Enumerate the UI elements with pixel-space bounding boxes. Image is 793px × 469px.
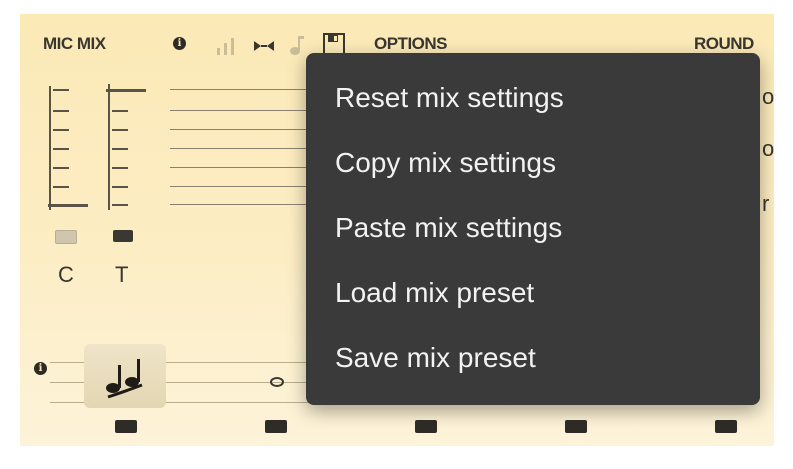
- mute-toggle-c[interactable]: [55, 230, 77, 244]
- menu-item-reset-mix-settings[interactable]: Reset mix settings: [306, 65, 760, 130]
- fader-t-track: [108, 84, 110, 210]
- swap-arrows-icon[interactable]: [252, 38, 276, 58]
- fader-c-track: [49, 86, 51, 210]
- music-note-icon[interactable]: [288, 34, 306, 60]
- channel-chip-2[interactable]: [265, 420, 287, 433]
- options-context-menu: Reset mix settings Copy mix settings Pas…: [306, 53, 760, 405]
- menu-item-save-mix-preset[interactable]: Save mix preset: [306, 325, 760, 390]
- right-partial-text-1: o: [762, 84, 774, 109]
- round-label: ROUND: [694, 34, 754, 53]
- menu-item-load-mix-preset[interactable]: Load mix preset: [306, 260, 760, 325]
- channel-chip-4[interactable]: [565, 420, 587, 433]
- signal-bars-icon[interactable]: [215, 36, 237, 60]
- info-icon[interactable]: i: [173, 37, 186, 50]
- options-menu-button[interactable]: OPTIONS: [374, 34, 448, 54]
- channel-label-c: C: [58, 262, 74, 287]
- right-partial-text-2: o: [762, 136, 774, 161]
- mute-toggle-t[interactable]: [113, 230, 133, 242]
- menu-item-paste-mix-settings[interactable]: Paste mix settings: [306, 195, 760, 260]
- mic-mix-title: MIC MIX: [43, 34, 106, 53]
- info-icon[interactable]: i: [34, 362, 47, 375]
- note-marker-icon: [270, 374, 284, 390]
- double-notes-icon[interactable]: [84, 344, 166, 408]
- fader-t-handle[interactable]: [106, 89, 146, 92]
- channel-chip-3[interactable]: [415, 420, 437, 433]
- channel-chip-5[interactable]: [715, 420, 737, 433]
- channel-label-t: T: [115, 262, 129, 287]
- channel-chip-1[interactable]: [115, 420, 137, 433]
- menu-item-copy-mix-settings[interactable]: Copy mix settings: [306, 130, 760, 195]
- right-partial-text-3: r: [762, 191, 770, 216]
- fader-c-handle[interactable]: [48, 204, 88, 207]
